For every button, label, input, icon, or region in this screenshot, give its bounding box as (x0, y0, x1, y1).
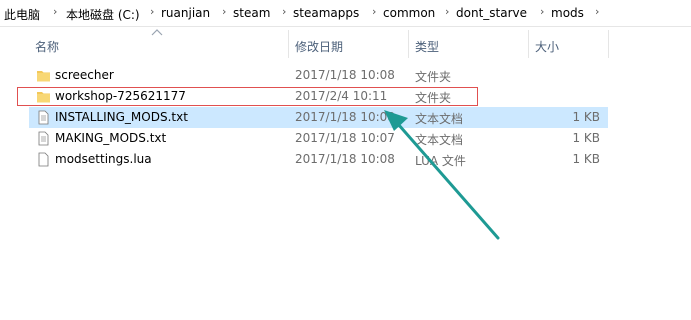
chevron-right-icon[interactable]: › (595, 5, 599, 18)
breadcrumb-steamapps[interactable]: steamapps (293, 6, 359, 20)
chevron-right-icon[interactable]: › (53, 5, 57, 18)
breadcrumb-local-disk[interactable]: 本地磁盘 (C:) (66, 6, 140, 23)
file-name: INSTALLING_MODS.txt (55, 110, 188, 124)
chevron-right-icon[interactable]: › (282, 5, 286, 18)
file-size: 1 KB (572, 110, 600, 124)
chevron-right-icon[interactable]: › (540, 5, 544, 18)
column-header-size[interactable]: 大小 (535, 38, 559, 55)
column-divider[interactable] (408, 30, 409, 58)
column-divider[interactable] (288, 30, 289, 58)
breadcrumb-dont-starve[interactable]: dont_starve (456, 6, 527, 20)
file-type: 文本文档 (415, 112, 464, 126)
file-name: MAKING_MODS.txt (55, 131, 167, 145)
column-divider[interactable] (528, 30, 529, 58)
file-date: 2017/1/18 10:08 (295, 110, 395, 124)
file-type: LUA 文件 (415, 154, 466, 168)
chevron-right-icon[interactable]: › (222, 5, 226, 18)
lua-file-icon (38, 152, 49, 167)
breadcrumb: 此电脑 › 本地磁盘 (C:) › ruanjian › steam › ste… (0, 0, 691, 27)
file-type: 文件夹 (415, 70, 452, 84)
text-file-icon (38, 131, 49, 146)
breadcrumb-common[interactable]: common (383, 6, 435, 20)
column-header-date[interactable]: 修改日期 (295, 38, 343, 55)
sort-ascending-icon (151, 29, 163, 36)
folder-icon (37, 71, 50, 82)
column-header-type[interactable]: 类型 (415, 38, 439, 55)
file-name: modsettings.lua (55, 152, 152, 166)
column-header-name[interactable]: 名称 (35, 38, 59, 55)
file-size: 1 KB (572, 152, 600, 166)
file-name: screecher (55, 68, 114, 82)
file-date: 2017/1/18 10:08 (295, 68, 395, 82)
highlight-box (17, 87, 478, 106)
chevron-right-icon[interactable]: › (445, 5, 449, 18)
breadcrumb-ruanjian[interactable]: ruanjian (161, 6, 210, 20)
file-date: 2017/1/18 10:08 (295, 152, 395, 166)
list-item[interactable]: MAKING_MODS.txt 2017/1/18 10:07 文本文档 1 K… (29, 128, 608, 149)
list-item[interactable]: modsettings.lua 2017/1/18 10:08 LUA 文件 1… (29, 149, 608, 170)
file-date: 2017/1/18 10:07 (295, 131, 395, 145)
chevron-right-icon[interactable]: › (150, 5, 154, 18)
breadcrumb-this-pc[interactable]: 此电脑 (4, 6, 40, 23)
list-item[interactable]: screecher 2017/1/18 10:08 文件夹 (29, 65, 608, 86)
chevron-right-icon[interactable]: › (372, 5, 376, 18)
text-file-icon (38, 110, 49, 125)
list-item[interactable]: INSTALLING_MODS.txt 2017/1/18 10:08 文本文档… (29, 107, 608, 128)
breadcrumb-mods[interactable]: mods (551, 6, 584, 20)
breadcrumb-steam[interactable]: steam (233, 6, 270, 20)
file-size: 1 KB (572, 131, 600, 145)
file-type: 文本文档 (415, 133, 464, 147)
column-divider[interactable] (608, 30, 609, 58)
